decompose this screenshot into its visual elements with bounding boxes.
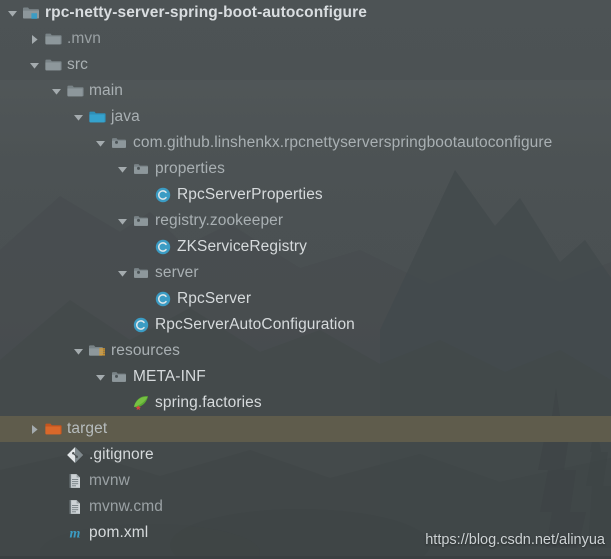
tree-arrow-placeholder (136, 286, 152, 312)
tree-arrow-placeholder (114, 312, 130, 338)
tree-row[interactable]: target (0, 416, 611, 442)
tree-arrow-placeholder (48, 494, 64, 520)
module-folder-icon (22, 4, 40, 22)
folder-icon (66, 82, 84, 100)
tree-row[interactable]: src (0, 52, 611, 78)
tree-row[interactable]: spring.factories (0, 390, 611, 416)
file-icon (66, 498, 84, 516)
tree-row[interactable]: java (0, 104, 611, 130)
svg-text:m: m (70, 527, 81, 542)
tree-row[interactable]: rpc-netty-server-spring-boot-autoconfigu… (0, 0, 611, 26)
tree-row[interactable]: main (0, 78, 611, 104)
tree-row[interactable]: mvnw (0, 468, 611, 494)
tree-row-label: RpcServerProperties (177, 186, 323, 203)
tree-row[interactable]: ZKServiceRegistry (0, 234, 611, 260)
tree-arrow-placeholder (114, 390, 130, 416)
chevron-down-icon[interactable] (48, 78, 64, 104)
git-icon (66, 446, 84, 464)
tree-row-label: RpcServer (177, 290, 252, 307)
tree-row[interactable]: .gitignore (0, 442, 611, 468)
file-icon (66, 472, 84, 490)
tree-row[interactable]: RpcServerAutoConfiguration (0, 312, 611, 338)
tree-row[interactable]: registry.zookeeper (0, 208, 611, 234)
tree-arrow-placeholder (136, 182, 152, 208)
source-root-folder-icon (88, 108, 106, 126)
chevron-down-icon[interactable] (26, 52, 42, 78)
tree-row-label: RpcServerAutoConfiguration (155, 316, 355, 333)
tree-row[interactable]: resources (0, 338, 611, 364)
tree-row-label: META-INF (133, 368, 206, 385)
tree-row[interactable]: com.github.linshenkx.rpcnettyserversprin… (0, 130, 611, 156)
tree-row[interactable]: RpcServerProperties (0, 182, 611, 208)
package-icon (110, 134, 128, 152)
tree-row-label: .gitignore (89, 446, 154, 463)
tree-row-label: registry.zookeeper (155, 212, 284, 229)
tree-row-label: mvnw.cmd (89, 498, 164, 515)
tree-row-label: pom.xml (89, 524, 149, 541)
chevron-down-icon[interactable] (92, 364, 108, 390)
tree-row-label: spring.factories (155, 394, 262, 411)
chevron-down-icon[interactable] (70, 104, 86, 130)
java-class-icon (154, 186, 172, 204)
package-icon (132, 160, 150, 178)
tree-row-label: mvnw (89, 472, 130, 489)
tree-row-label: .mvn (67, 30, 101, 47)
tree-row[interactable]: .mvn (0, 26, 611, 52)
folder-icon (44, 56, 62, 74)
tree-row-label: src (67, 56, 88, 73)
project-tree[interactable]: rpc-netty-server-spring-boot-autoconfigu… (0, 0, 611, 559)
tree-arrow-placeholder (48, 468, 64, 494)
chevron-down-icon[interactable] (92, 130, 108, 156)
tree-row-label: resources (111, 342, 180, 359)
package-icon (132, 264, 150, 282)
tree-row-label: com.github.linshenkx.rpcnettyserversprin… (133, 134, 553, 151)
watermark-url: https://blog.csdn.net/alinyua (425, 532, 605, 548)
package-icon (110, 368, 128, 386)
java-class-icon (132, 316, 150, 334)
tree-row-label: rpc-netty-server-spring-boot-autoconfigu… (45, 4, 367, 21)
chevron-down-icon[interactable] (4, 0, 20, 26)
tree-row-label: java (111, 108, 140, 125)
tree-row-label: properties (155, 160, 225, 177)
tree-row-label: ZKServiceRegistry (177, 238, 308, 255)
chevron-right-icon[interactable] (26, 416, 42, 442)
chevron-down-icon[interactable] (70, 338, 86, 364)
java-class-icon (154, 290, 172, 308)
resource-root-folder-icon (88, 342, 106, 360)
tree-row[interactable]: RpcServer (0, 286, 611, 312)
chevron-down-icon[interactable] (114, 260, 130, 286)
excluded-folder-icon (44, 420, 62, 438)
tree-row[interactable]: properties (0, 156, 611, 182)
tree-row[interactable]: META-INF (0, 364, 611, 390)
package-icon (132, 212, 150, 230)
chevron-down-icon[interactable] (114, 208, 130, 234)
spring-leaf-icon (132, 394, 150, 412)
tree-arrow-placeholder (48, 520, 64, 546)
folder-icon (44, 30, 62, 48)
tree-row[interactable]: mvnw.cmd (0, 494, 611, 520)
chevron-down-icon[interactable] (114, 156, 130, 182)
tree-row[interactable]: server (0, 260, 611, 286)
tree-row-label: server (155, 264, 199, 281)
maven-icon: m (66, 524, 84, 542)
tree-arrow-placeholder (48, 442, 64, 468)
tree-row-label: main (89, 82, 123, 99)
tree-arrow-placeholder (136, 234, 152, 260)
java-class-icon (154, 238, 172, 256)
chevron-right-icon[interactable] (26, 26, 42, 52)
tree-row-label: target (67, 420, 108, 437)
